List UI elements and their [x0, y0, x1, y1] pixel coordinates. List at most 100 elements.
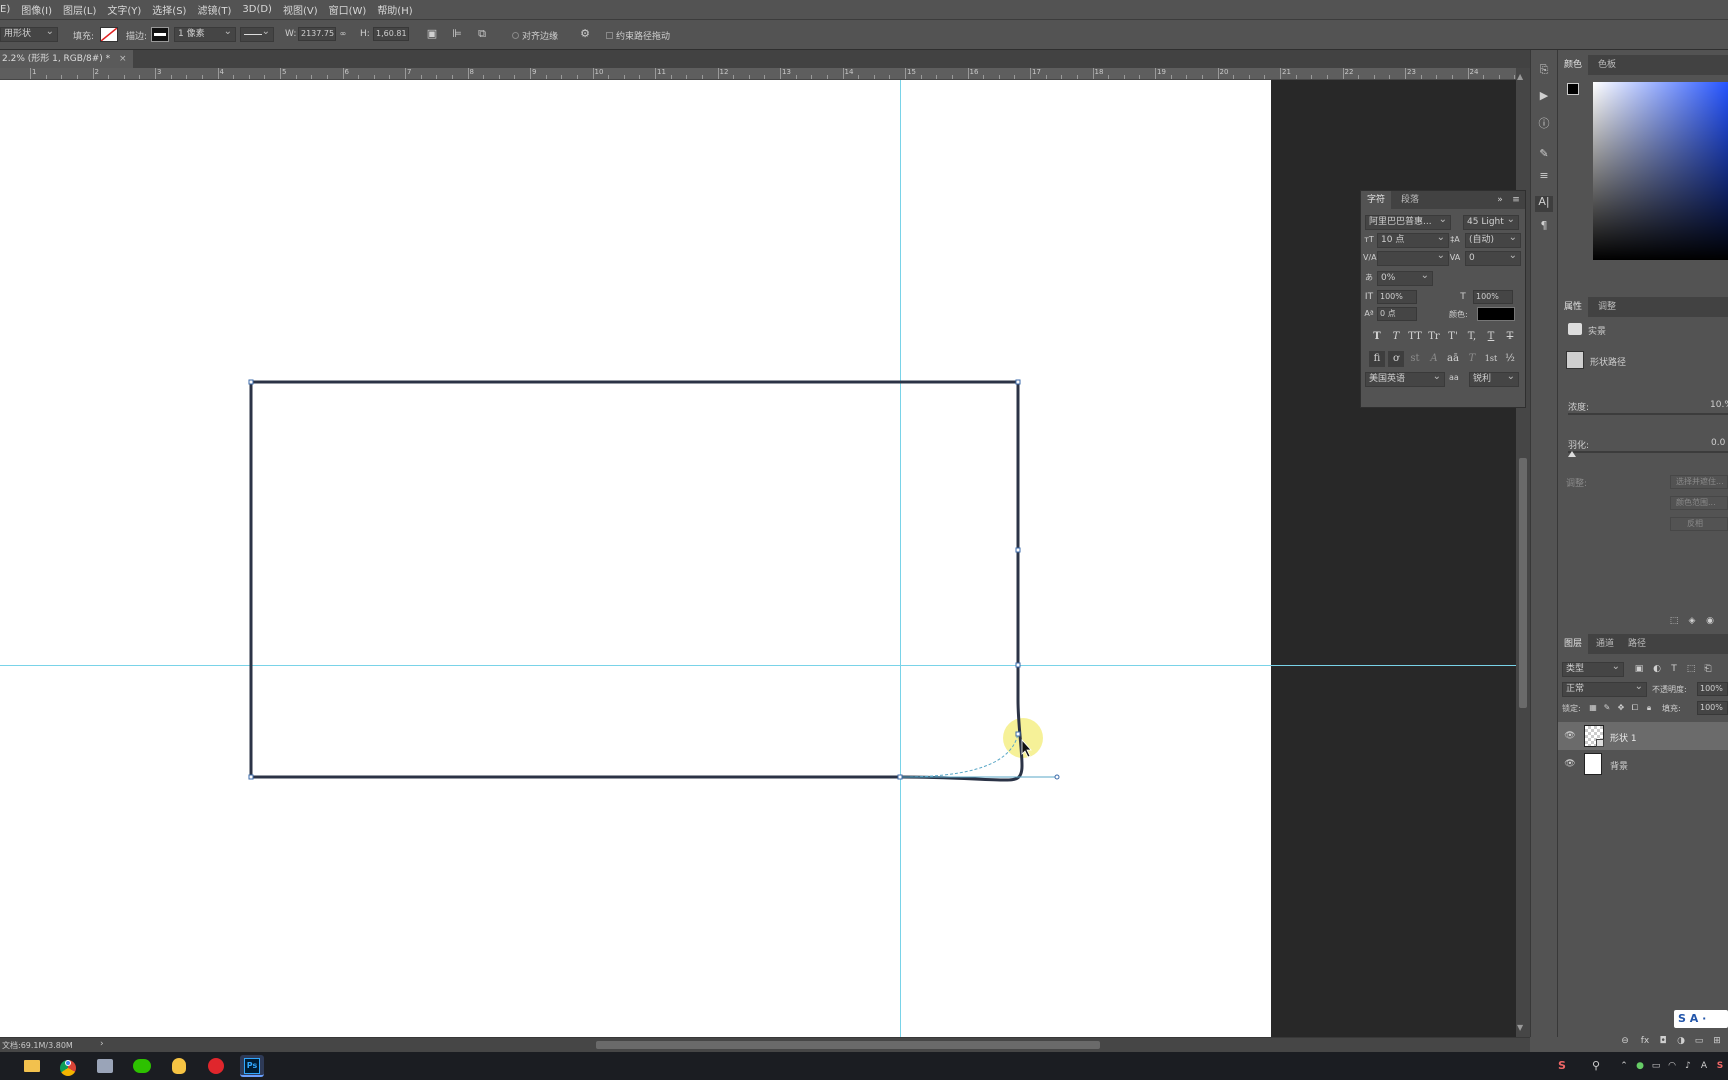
tray-person-icon[interactable]: ⚲ [1590, 1060, 1602, 1072]
path-arrangement-icon[interactable]: ⧉ [475, 28, 489, 40]
height-input[interactable]: 1,60.81 [373, 27, 409, 41]
opacity-input[interactable]: 100% [1697, 682, 1728, 696]
tab-channels[interactable]: 通道 [1590, 634, 1620, 654]
filter-pixel-icon[interactable]: ▣ [1634, 663, 1644, 675]
shape-outline[interactable] [249, 380, 1024, 782]
select-and-mask-button[interactable]: 选择并遮住... [1670, 475, 1728, 489]
font-family-select[interactable]: 阿里巴巴普惠... [1365, 215, 1451, 230]
chrome-taskbar-icon[interactable] [56, 1055, 80, 1077]
fill-input[interactable]: 100% [1697, 701, 1728, 715]
stroke-type-select[interactable] [240, 27, 274, 42]
filter-adjustment-icon[interactable]: ◐ [1652, 663, 1662, 675]
swash-button[interactable]: A [1426, 351, 1442, 367]
kerning-select[interactable] [1377, 251, 1449, 266]
tab-layers[interactable]: 图层 [1558, 634, 1589, 654]
anchor-point[interactable] [1015, 731, 1021, 737]
stroke-swatch[interactable] [151, 27, 169, 42]
fractions-button[interactable]: ½ [1502, 351, 1518, 367]
contextual-alternates-button[interactable]: ơ [1388, 351, 1404, 367]
density-slider[interactable] [1568, 413, 1728, 415]
anchor-point[interactable] [248, 774, 254, 780]
feather-slider-thumb[interactable] [1568, 451, 1576, 457]
info-icon[interactable]: ⓘ [1537, 118, 1551, 130]
eye-icon[interactable]: 👁︎ [1564, 730, 1576, 742]
brush-icon[interactable]: ✎ [1537, 148, 1551, 160]
ligatures-button[interactable]: fi [1369, 351, 1385, 367]
new-adjustment-icon[interactable]: ◑ [1674, 1035, 1688, 1047]
layer-style-icon[interactable]: fx [1638, 1035, 1652, 1047]
load-selection-icon[interactable]: ⬚ [1668, 615, 1680, 627]
filter-smart-object-icon[interactable]: ⎗ [1703, 663, 1713, 675]
tray-sogou-icon[interactable]: S [1714, 1060, 1726, 1072]
tray-ime-icon[interactable]: A [1698, 1060, 1710, 1072]
subscript-button[interactable]: T, [1464, 329, 1480, 345]
collapse-panel-icon[interactable]: » [1495, 194, 1505, 206]
layer-row[interactable]: 👁︎ 形状 1 [1558, 722, 1728, 750]
fill-swatch[interactable] [100, 27, 118, 42]
new-group-icon[interactable]: ▭ [1692, 1035, 1706, 1047]
scroll-up-icon[interactable]: ▲ [1517, 72, 1523, 81]
stroke-width-select[interactable]: 1 像素 [174, 27, 236, 42]
width-input[interactable]: 2137.75 [298, 27, 336, 41]
menu-item[interactable]: 文字(Y) [107, 2, 141, 17]
ime-status-widget[interactable]: S A · [1674, 1010, 1728, 1028]
menu-item[interactable]: 帮助(H) [377, 2, 412, 17]
panel-menu-icon[interactable]: ≡ [1511, 194, 1521, 206]
eye-icon[interactable]: 👁︎ [1564, 758, 1576, 770]
menu-item[interactable]: 视图(V) [283, 2, 318, 17]
feather-slider[interactable] [1568, 451, 1728, 453]
sogou-tray-icon[interactable]: S [1556, 1060, 1568, 1072]
leading-select[interactable]: (自动) [1465, 233, 1521, 248]
anchor-point[interactable] [897, 774, 903, 780]
status-menu-arrow-icon[interactable]: › [100, 1039, 104, 1049]
photoshop-taskbar-icon[interactable]: Ps [240, 1055, 264, 1077]
lock-transparent-icon[interactable]: ▦ [1588, 702, 1598, 714]
invert-button[interactable]: 反相 [1670, 517, 1728, 531]
all-caps-button[interactable]: TT [1407, 329, 1423, 345]
tab-adjustments[interactable]: 调整 [1592, 297, 1622, 317]
vertical-scroll-thumb[interactable] [1519, 458, 1527, 708]
anti-alias-select[interactable]: 锐利 [1469, 372, 1519, 387]
superscript-button[interactable]: T' [1445, 329, 1461, 345]
tsume-select[interactable]: 0% [1377, 271, 1433, 286]
app-taskbar-icon[interactable] [93, 1055, 117, 1077]
apply-mask-icon[interactable]: ◈ [1686, 615, 1698, 627]
close-icon[interactable]: × [119, 54, 127, 64]
filter-type-icon[interactable]: T [1669, 663, 1679, 675]
underline-button[interactable]: T [1483, 329, 1499, 345]
tray-volume-icon[interactable]: ♪ [1682, 1060, 1694, 1072]
text-color-swatch[interactable] [1477, 307, 1515, 321]
file-explorer-taskbar-icon[interactable] [20, 1055, 44, 1077]
lock-position-icon[interactable]: ✥ [1616, 702, 1626, 714]
anchor-point[interactable] [248, 379, 254, 385]
menu-item[interactable]: 图像(I) [21, 2, 52, 17]
tab-character[interactable]: 字符 [1361, 191, 1392, 209]
link-icon[interactable]: ∞ [338, 28, 348, 40]
layer-row[interactable]: 👁︎ 背景 [1558, 750, 1728, 778]
anchor-point[interactable] [1015, 547, 1021, 553]
menu-item[interactable]: 3D(D) [242, 4, 272, 15]
align-edges-checkbox[interactable] [512, 32, 519, 39]
tab-color[interactable]: 颜色 [1558, 55, 1589, 75]
lock-image-icon[interactable]: ✎ [1602, 702, 1612, 714]
lock-artboard-icon[interactable]: ⧠ [1630, 702, 1640, 714]
color-picker-field[interactable] [1593, 82, 1728, 260]
layer-filter-select[interactable]: 类型 [1562, 662, 1624, 677]
faux-bold-button[interactable]: T [1369, 329, 1385, 345]
tab-paths[interactable]: 路径 [1622, 634, 1652, 654]
strikethrough-button[interactable]: T [1502, 329, 1518, 345]
language-select[interactable]: 美国英语 [1365, 372, 1445, 387]
menu-item[interactable]: 选择(S) [152, 2, 186, 17]
color-range-button[interactable]: 颜色范围... [1670, 496, 1728, 510]
discretionary-ligatures-button[interactable]: st [1407, 351, 1423, 367]
tray-expand-icon[interactable]: ⌃ [1618, 1060, 1630, 1072]
tray-wifi-icon[interactable]: ◠ [1666, 1060, 1678, 1072]
tab-properties[interactable]: 属性 [1558, 297, 1589, 317]
qq-taskbar-icon[interactable] [167, 1055, 191, 1077]
document-tab[interactable]: 2.2% (形形 1, RGB/8#) * × [0, 50, 133, 68]
path-alignment-icon[interactable]: ⊫ [450, 28, 464, 40]
foreground-color-swatch[interactable] [1567, 83, 1579, 95]
anchor-point[interactable] [1015, 379, 1021, 385]
small-caps-button[interactable]: Tr [1426, 329, 1442, 345]
bezier-handle-point[interactable] [1054, 774, 1060, 780]
